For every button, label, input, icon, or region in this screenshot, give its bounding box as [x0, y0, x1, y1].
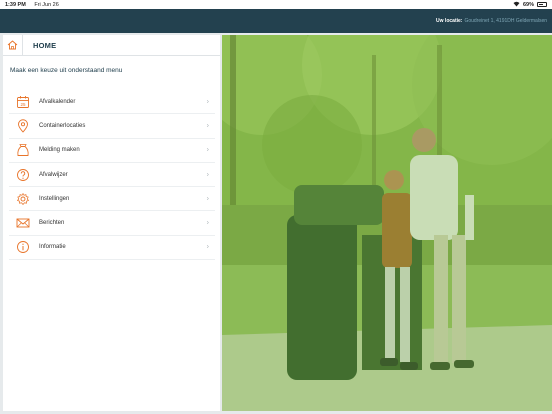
envelope-icon: [14, 216, 32, 230]
location-label: Uw locatie:: [436, 18, 463, 24]
menu-item-label: Melding maken: [39, 147, 80, 154]
home-button[interactable]: [3, 34, 23, 56]
wifi-icon: [513, 1, 520, 9]
status-bar: 1:39 PM Fri Jun 26 69%: [0, 0, 552, 9]
status-date: Fri Jun 26: [34, 1, 59, 8]
menu-list: 25 Afvalkalender › Containerlocaties › M…: [3, 90, 220, 261]
battery-icon: [537, 2, 547, 7]
menu-item-label: Afvalwijzer: [39, 171, 68, 178]
top-bar: Uw locatie: Goudreinet 1, 4191DH Gelderm…: [0, 9, 552, 33]
hero-photo-illustration: [222, 35, 552, 411]
menu-item-afvalwijzer[interactable]: Afvalwijzer ›: [9, 163, 215, 188]
info-icon: [14, 240, 32, 254]
menu-item-instellingen[interactable]: Instellingen ›: [9, 187, 215, 212]
menu-item-label: Instellingen: [39, 195, 70, 202]
hero-photo: [222, 35, 552, 411]
location-pin-icon: [14, 119, 32, 133]
panel-header: HOME: [3, 34, 220, 56]
menu-item-label: Berichten: [39, 220, 65, 227]
battery-percent: 69%: [522, 1, 534, 8]
menu-heading: Maak een keuze uit onderstaand menu: [10, 67, 123, 74]
chevron-right-icon: ›: [206, 219, 209, 227]
side-panel: HOME Maak een keuze uit onderstaand menu…: [3, 34, 220, 411]
gear-icon: [14, 192, 32, 206]
chevron-right-icon: ›: [206, 171, 209, 179]
menu-item-informatie[interactable]: Informatie ›: [9, 236, 215, 261]
menu-item-afvalkalender[interactable]: 25 Afvalkalender ›: [9, 90, 215, 115]
menu-item-containerlocaties[interactable]: Containerlocaties ›: [9, 114, 215, 139]
question-icon: [14, 168, 32, 182]
chevron-right-icon: ›: [206, 195, 209, 203]
chevron-right-icon: ›: [206, 243, 209, 251]
battery-fill: [538, 3, 544, 6]
chevron-right-icon: ›: [206, 146, 209, 154]
menu-item-berichten[interactable]: Berichten ›: [9, 211, 215, 236]
menu-item-label: Afvalkalender: [39, 98, 76, 105]
location-value[interactable]: Goudreinet 1, 4191DH Geldermalsen: [464, 18, 547, 24]
menu-item-label: Containerlocaties: [39, 122, 86, 129]
menu-item-label: Informatie: [39, 244, 66, 251]
status-time: 1:39 PM: [5, 1, 26, 8]
calendar-icon: 25: [14, 95, 32, 109]
chevron-right-icon: ›: [206, 122, 209, 130]
bag-icon: [14, 143, 32, 157]
page-title: HOME: [33, 40, 57, 50]
status-left: 1:39 PM Fri Jun 26: [5, 2, 66, 8]
status-right: 69%: [513, 1, 547, 9]
svg-text:25: 25: [20, 102, 26, 107]
menu-item-melding-maken[interactable]: Melding maken ›: [9, 139, 215, 163]
home-icon: [7, 40, 18, 50]
chevron-right-icon: ›: [206, 98, 209, 106]
